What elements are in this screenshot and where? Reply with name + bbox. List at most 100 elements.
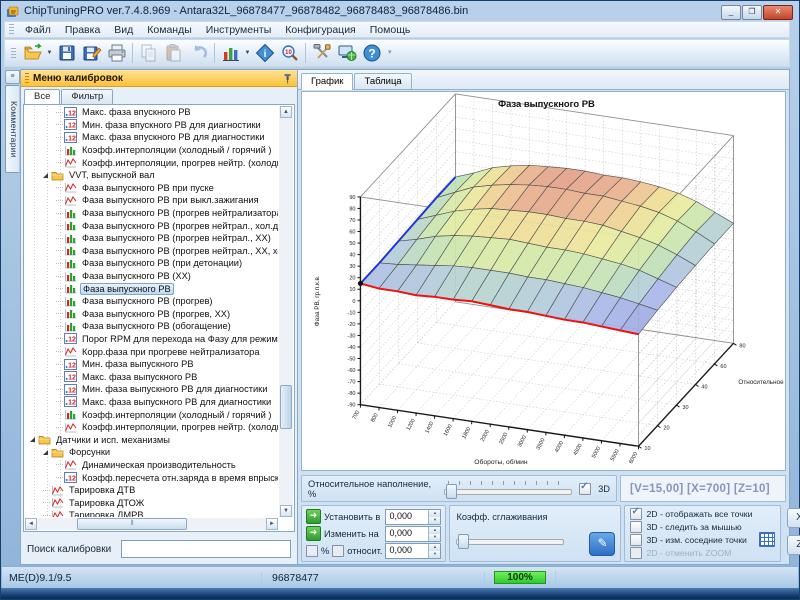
scroll-right-icon[interactable]: ► [266, 518, 278, 530]
maximize-button[interactable]: ❐ [742, 5, 762, 20]
save-button[interactable] [54, 41, 79, 65]
option-checkbox[interactable] [630, 521, 642, 533]
help-button[interactable]: ? [359, 41, 384, 65]
tree-item[interactable]: Тарировка ДМРВ [25, 509, 278, 517]
tree-item[interactable]: Фаза выпускного РВ (ХХ) [25, 270, 278, 283]
tree-item[interactable]: Корр.фаза при прогреве нейтрализатора [25, 345, 278, 358]
spin-down-icon[interactable]: ▼ [428, 534, 440, 541]
tree-item[interactable]: Фаза выпускного РВ [25, 282, 278, 295]
tree-item[interactable]: Коэфф.интерполяции (холодный / горячий ) [25, 408, 278, 421]
tree-item[interactable]: 12Макс. фаза впускного РВ для диагностик… [25, 131, 278, 144]
tree-item[interactable]: Фаза выпускного РВ (прогрев, ХХ) [25, 308, 278, 321]
tree-item[interactable]: 12Мин. фаза выпускного РВ [25, 358, 278, 371]
menu-команды[interactable]: Команды [140, 23, 199, 37]
horizontal-scrollbar[interactable]: ◄ ⦀ ► [25, 518, 278, 530]
vertical-scroll-thumb[interactable] [280, 385, 292, 429]
menu-вид[interactable]: Вид [107, 23, 140, 37]
expander-icon[interactable] [43, 173, 48, 178]
surface-mesh[interactable] [360, 165, 733, 334]
fill-slider[interactable] [444, 481, 572, 497]
scroll-left-icon[interactable]: ◄ [25, 518, 37, 530]
tab-graph[interactable]: График [301, 73, 353, 90]
menu-файл[interactable]: Файл [18, 23, 58, 37]
smoothing-slider-thumb[interactable] [458, 534, 469, 549]
undo-button[interactable] [186, 41, 211, 65]
apply-change-icon[interactable]: ➜ [306, 526, 321, 541]
apply-smoothing-button[interactable]: ✎ [589, 532, 615, 556]
tree-item[interactable]: 12Мин. фаза впускного РВ для диагностики [25, 119, 278, 132]
set-value-stepper[interactable]: 0,000 ▲▼ [385, 509, 441, 525]
percent-checkbox[interactable] [306, 545, 318, 557]
change-value[interactable]: 0,000 [386, 527, 428, 541]
option-checkbox[interactable] [630, 547, 642, 559]
toolbar-overflow-icon[interactable]: ▾ [388, 44, 395, 62]
pin-icon[interactable] [282, 73, 293, 84]
grid-icon[interactable] [759, 532, 775, 547]
spin-up-icon[interactable]: ▲ [428, 527, 440, 534]
tree-item[interactable]: 12Коэфф.пересчета отн.заряда в время впр… [25, 471, 278, 484]
tree-item[interactable]: 12Макс. фаза выпускного РВ [25, 370, 278, 383]
tab-all[interactable]: Все [24, 89, 60, 105]
comments-side-tab[interactable]: Комментарии [5, 85, 19, 173]
x-axis-button[interactable]: X [787, 508, 800, 528]
option-checkbox[interactable] [630, 534, 642, 546]
chart-button[interactable] [218, 41, 243, 65]
expander-icon[interactable] [43, 450, 48, 455]
horizontal-scroll-thumb[interactable]: ⦀ [77, 518, 187, 530]
title-bar[interactable]: ChipTuningPRO ver.7.4.8.969 - Antara32L_… [2, 2, 798, 20]
tree-item[interactable]: Фаза выпускного РВ (обогащение) [25, 320, 278, 333]
change-value-stepper[interactable]: 0,000 ▲▼ [385, 526, 441, 542]
tree-item[interactable]: 12Макс. фаза выпускного РВ для диагности… [25, 396, 278, 409]
spin-down-icon[interactable]: ▼ [428, 517, 440, 524]
calibration-tree[interactable]: 12Макс. фаза впускного РВ12Мин. фаза впу… [25, 106, 278, 517]
tree-folder[interactable]: VVT, выпускной вал [25, 169, 278, 182]
print-button[interactable] [104, 41, 129, 65]
tree-item[interactable]: Тарировка ДТВ [25, 484, 278, 497]
tree-item[interactable]: Коэфф.интерполяции, прогрев нейтр. (холо… [25, 156, 278, 169]
open-file-dropdown-icon[interactable]: ▼ [45, 41, 54, 65]
close-button[interactable]: ✕ [763, 5, 793, 20]
tree-item[interactable]: Коэфф.интерполяции (холодный / горячий ) [25, 144, 278, 157]
3d-checkbox[interactable] [579, 483, 591, 495]
tree-item[interactable]: 12Мин. фаза выпускного РВ для диагностик… [25, 383, 278, 396]
info-button[interactable]: i [252, 41, 277, 65]
tree-item[interactable]: 12Порог RPM для перехода на Фазу для реж… [25, 333, 278, 346]
chart-dropdown-icon[interactable]: ▼ [243, 41, 252, 65]
expander-icon[interactable] [30, 437, 35, 442]
tree-item[interactable]: Фаза выпускного РВ (при детонации) [25, 257, 278, 270]
scroll-down-icon[interactable]: ▼ [280, 505, 292, 517]
tree-item[interactable]: Динамическая производительность [25, 459, 278, 472]
tree-folder[interactable]: Форсунки [25, 446, 278, 459]
selected-point-marker[interactable] [358, 281, 363, 286]
tree-item[interactable]: Фаза выпускного РВ (прогрев нейтрализато… [25, 207, 278, 220]
menu-правка[interactable]: Правка [58, 23, 107, 37]
tree-item[interactable]: Фаза выпускного РВ при выкл.зажигания [25, 194, 278, 207]
tree-item[interactable]: Фаза выпускного РВ (прогрев) [25, 295, 278, 308]
tree-item[interactable]: Коэфф.интерполяции, прогрев нейтр. (холо… [25, 421, 278, 434]
apply-set-icon[interactable]: ➜ [306, 509, 321, 524]
tab-filter[interactable]: Фильтр [61, 89, 113, 104]
set-value[interactable]: 0,000 [386, 510, 428, 524]
vertical-scrollbar[interactable]: ▲ ▼ [279, 106, 293, 517]
scroll-up-icon[interactable]: ▲ [280, 106, 292, 118]
spin-down-icon[interactable]: ▼ [428, 551, 440, 558]
tree-folder[interactable]: Датчики и исп. механизмы [25, 433, 278, 446]
tab-table[interactable]: Таблица [354, 73, 411, 89]
tools-button[interactable] [309, 41, 334, 65]
copy-button[interactable] [136, 41, 161, 65]
search-input[interactable] [121, 540, 291, 558]
tree-item[interactable]: Фаза выпускного РВ (прогрев нейтрал., ХХ… [25, 232, 278, 245]
paste-button[interactable] [161, 41, 186, 65]
surface-chart[interactable]: -90-80-70-60-50-40-30-20-100102030405060… [302, 92, 785, 470]
spin-up-icon[interactable]: ▲ [428, 544, 440, 551]
checksum-button[interactable]: 10 [277, 41, 302, 65]
tree-item[interactable]: 12Макс. фаза впускного РВ [25, 106, 278, 119]
relative-value-stepper[interactable]: 0,000 ▲▼ [385, 543, 441, 559]
collapse-icon[interactable]: ≡ [5, 70, 20, 84]
tree-item[interactable]: Тарировка ДТОЖ [25, 496, 278, 509]
smoothing-slider[interactable] [456, 531, 564, 547]
z-axis-button[interactable]: Z [787, 535, 800, 555]
open-file-button[interactable] [20, 41, 45, 65]
connection-button[interactable] [334, 41, 359, 65]
minimize-button[interactable]: _ [721, 5, 741, 20]
